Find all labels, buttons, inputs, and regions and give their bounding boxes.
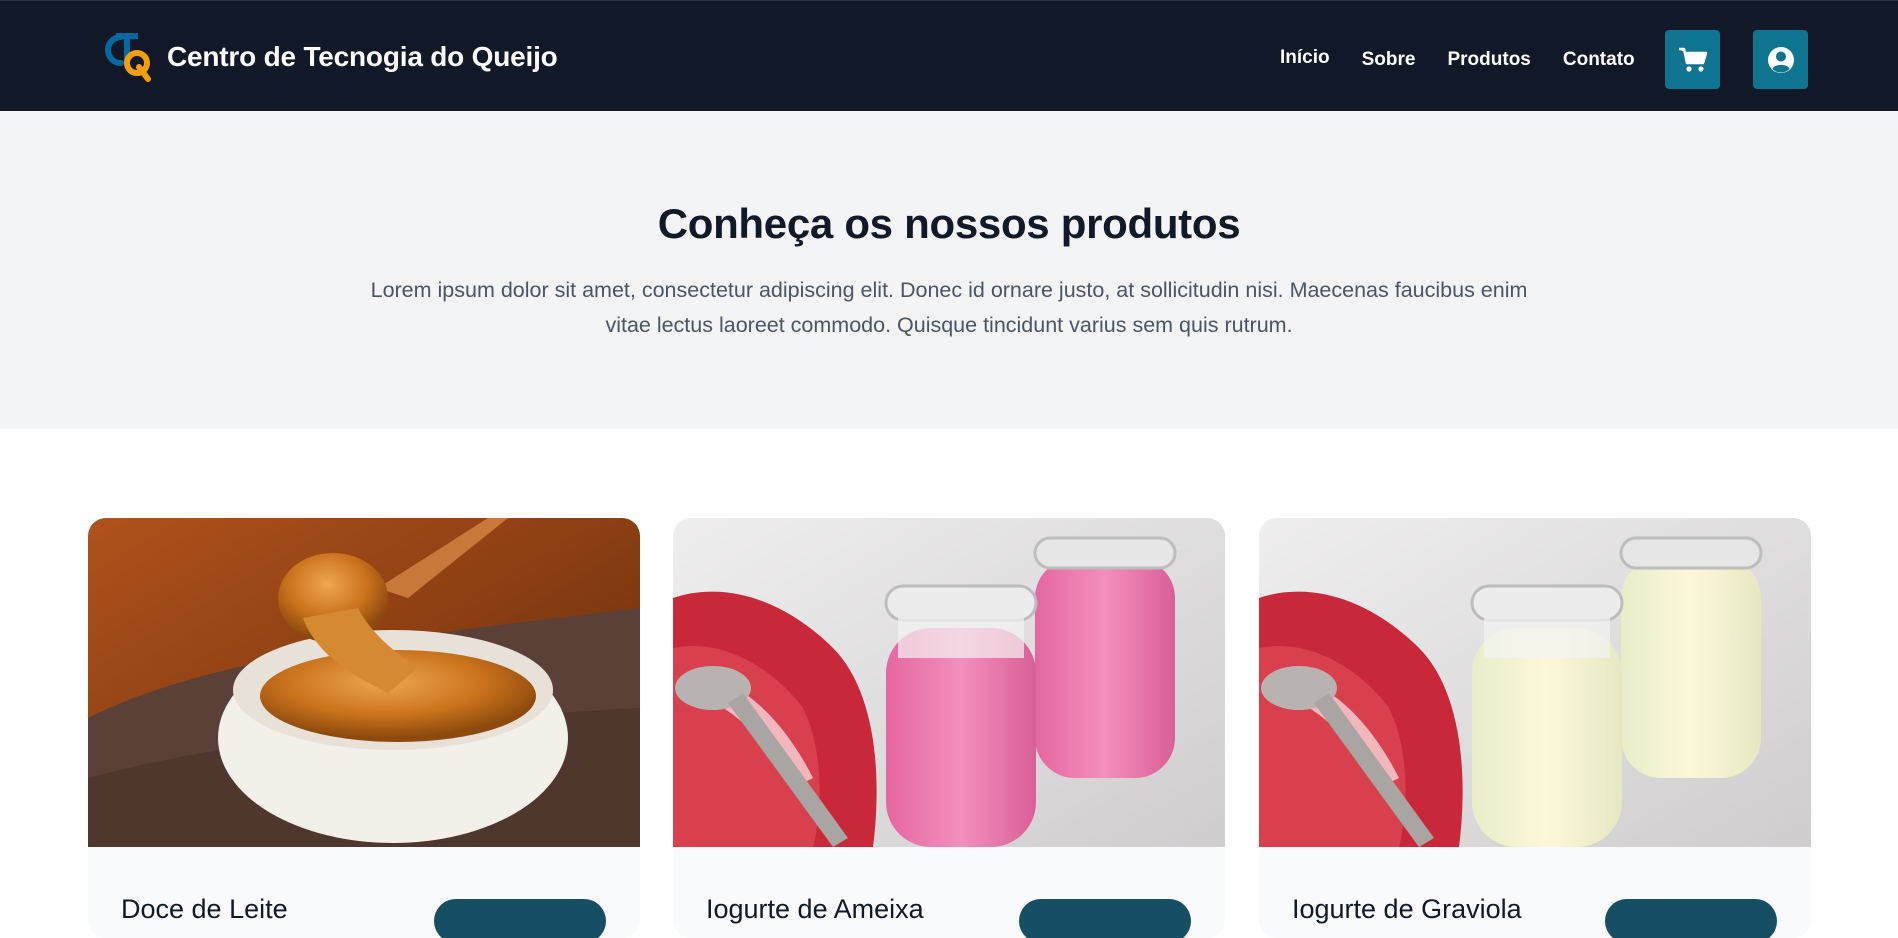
product-action-button[interactable] [1019,899,1191,938]
cart-icon [1678,47,1707,72]
product-card-footer: Doce de Leite [88,847,640,938]
product-card: Doce de Leite [88,518,640,938]
product-action-button[interactable] [434,899,606,938]
product-name: Doce de Leite [121,894,288,924]
hero-section: Conheça os nossos produtos Lorem ipsum d… [0,111,1898,429]
product-card-footer: Iogurte de Ameixa [673,847,1225,938]
product-action-button[interactable] [1605,899,1777,938]
product-card: Iogurte de Ameixa [673,518,1225,938]
nav-link-produtos[interactable]: Produtos [1447,41,1530,79]
cart-button[interactable] [1665,30,1720,89]
product-image [1259,518,1811,847]
product-image [673,518,1225,847]
navbar: Centro de Tecnogia do Queijo Início Sobr… [0,0,1898,111]
product-image [88,518,640,847]
brand[interactable]: Centro de Tecnogia do Queijo [101,29,558,85]
nav-link-sobre[interactable]: Sobre [1362,41,1416,79]
main-nav: Início Sobre Produtos Contato [1280,41,1667,79]
ctq-logo [105,33,151,82]
brand-name: Centro de Tecnogia do Queijo [167,41,558,72]
product-card-footer: Iogurte de Graviola [1259,847,1811,938]
hero-description: Lorem ipsum dolor sit amet, consectetur … [370,278,1528,337]
user-circle-icon [1767,46,1794,73]
product-name: Iogurte de Ameixa [706,894,924,924]
page-title: Conheça os nossos produtos [657,200,1241,247]
nav-link-contato[interactable]: Contato [1563,41,1635,79]
product-card: Iogurte de Graviola [1259,518,1811,938]
product-name: Iogurte de Graviola [1292,894,1522,924]
nav-link-inicio[interactable]: Início [1280,41,1330,79]
user-button[interactable] [1753,30,1808,89]
